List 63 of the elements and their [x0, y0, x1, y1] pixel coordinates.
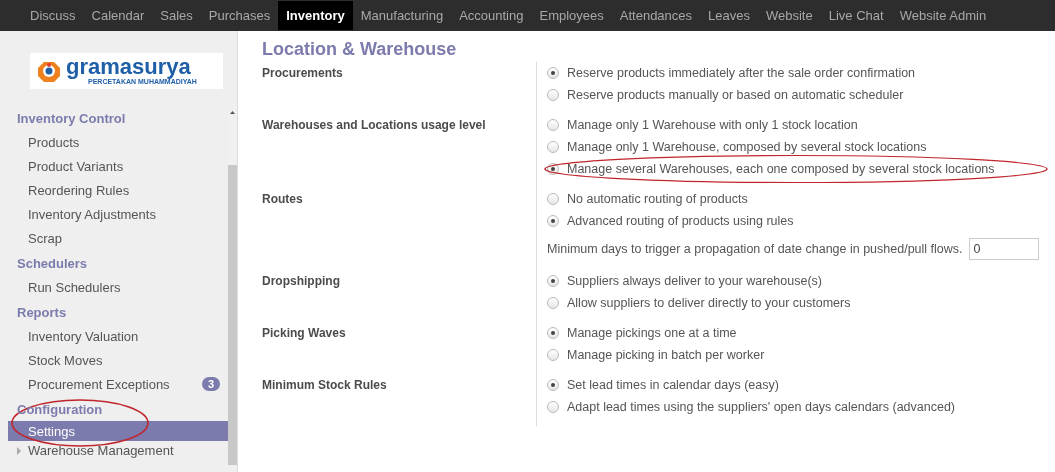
sidebar-item[interactable]: Reordering Rules — [8, 178, 228, 202]
menu-tab[interactable]: Attendances — [611, 1, 701, 30]
number-field[interactable]: 0 — [968, 238, 1039, 260]
sidebar-item[interactable]: Inventory Adjustments — [8, 202, 228, 226]
tree-item[interactable]: Warehouse Management — [8, 441, 228, 458]
setting-label: Minimum Stock Rules — [262, 374, 537, 426]
option-label: Manage picking in batch per worker — [567, 348, 765, 362]
sidebar-item[interactable]: Product Variants — [8, 154, 228, 178]
menu-tab[interactable]: Manufacturing — [352, 1, 452, 30]
radio-button[interactable] — [547, 401, 559, 413]
radio-button[interactable] — [547, 349, 559, 361]
sidebar-item[interactable]: Stock Moves — [8, 348, 228, 372]
option-label: Manage only 1 Warehouse with only 1 stock location — [567, 118, 858, 132]
menu-tab[interactable]: Live Chat — [820, 1, 892, 30]
radio-button[interactable] — [547, 327, 559, 339]
option-label: Allow suppliers to deliver directly to your customers — [567, 296, 851, 310]
sidebar-item[interactable]: Procurement Exceptions 3 — [8, 372, 228, 396]
setting-label: Procurements — [262, 62, 537, 114]
section-heading: Inventory Control — [16, 110, 127, 128]
option-label: Set lead times in calendar days (easy) — [567, 378, 779, 392]
option-label: Reserve products manually or based on automatic scheduler — [567, 88, 904, 102]
menu-tab[interactable]: Leaves — [700, 1, 758, 30]
setting-label: Picking Waves — [262, 322, 537, 374]
radio-button[interactable] — [547, 119, 559, 131]
setting-label: Dropshipping — [262, 270, 537, 322]
setting-label: Routes — [262, 188, 537, 270]
menu-tab[interactable]: Purchases — [200, 1, 279, 30]
radio-button[interactable] — [547, 297, 559, 309]
menu-tab[interactable]: Inventory — [278, 1, 353, 30]
section-heading: Schedulers — [16, 255, 89, 273]
option-label: No automatic routing of products — [567, 192, 748, 206]
section-heading: Reports — [16, 304, 68, 322]
menu-tab[interactable]: Sales — [152, 1, 201, 30]
menu-tab[interactable]: Website Admin — [891, 1, 995, 30]
sidebar-item[interactable]: Products — [8, 130, 228, 154]
option-label: Manage only 1 Warehouse, composed by several stock locations — [567, 140, 927, 154]
sidebar-item[interactable]: Settings — [8, 421, 228, 441]
option-label: Manage several Warehouses, each one composed by several stock locations — [567, 162, 995, 176]
sidebar-item[interactable]: Inventory Valuation — [8, 324, 228, 348]
option-label: Manage pickings one at a time — [567, 326, 737, 340]
menu-tab[interactable]: Calendar — [83, 1, 153, 30]
radio-button[interactable] — [547, 379, 559, 391]
radio-button[interactable] — [547, 89, 559, 101]
radio-button[interactable] — [547, 141, 559, 153]
radio-button[interactable] — [547, 67, 559, 79]
menu-tab[interactable]: Discuss — [22, 1, 84, 30]
radio-button[interactable] — [547, 215, 559, 227]
menu-tab[interactable]: Accounting — [451, 1, 532, 30]
option-label: Advanced routing of products using rules — [567, 214, 794, 228]
option-label: Adapt lead times using the suppliers' open days calendars (advanced) — [567, 400, 956, 414]
radio-button[interactable] — [547, 275, 559, 287]
caret-icon[interactable] — [16, 446, 22, 455]
menu-tab[interactable]: Employees — [531, 1, 612, 30]
setting-label: Warehouses and Locations usage level — [262, 114, 537, 188]
sidebar-item[interactable]: Run Schedulers — [8, 275, 228, 299]
radio-button[interactable] — [547, 193, 559, 205]
option-label: Suppliers always deliver to your warehouse(s) — [567, 274, 822, 288]
logo-name: gramasurya — [66, 56, 192, 78]
page-title: Location & Warehouse — [262, 39, 458, 60]
field-label: Minimum days to trigger a propagation of date change in pushed/pull flows. — [547, 242, 963, 256]
menu-tab[interactable]: Website — [758, 1, 821, 30]
sidebar-item[interactable]: Scrap — [8, 226, 228, 250]
option-label: Reserve products immediately after the sale order confirmation — [567, 66, 916, 80]
